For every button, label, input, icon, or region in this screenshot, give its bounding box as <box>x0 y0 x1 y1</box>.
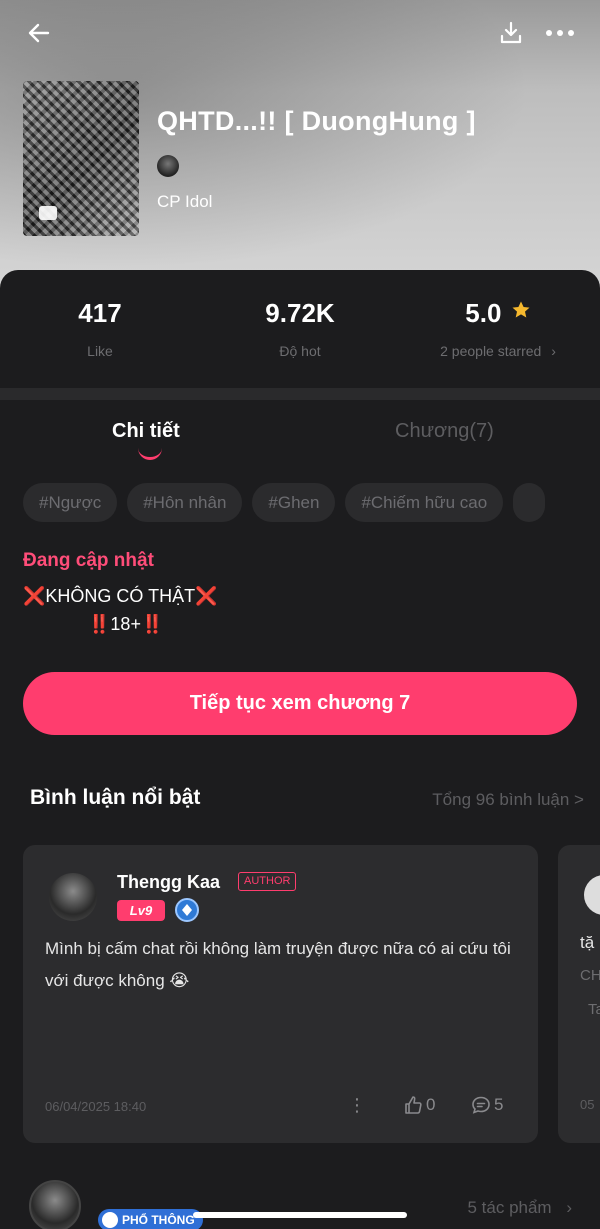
comment-reply-button[interactable]: 5 <box>471 1095 503 1115</box>
description-line-2: ‼️18+‼️ <box>88 614 163 635</box>
likes-value: 417 <box>78 298 122 328</box>
all-comments-link[interactable]: Tổng 96 bình luận > <box>432 790 584 810</box>
rating-label-row: 2 people starred › <box>398 343 598 359</box>
peek-text-2: CH <box>580 967 600 984</box>
comment-text: Mình bị cấm chat rồi không làm truyện đư… <box>45 939 511 990</box>
commenter-avatar[interactable] <box>49 873 97 921</box>
description-line-1: ❌KHÔNG CÓ THẬT❌ <box>23 586 218 607</box>
commenter-avatar <box>584 875 600 915</box>
hot-label: Độ hot <box>279 343 321 359</box>
level-badge: Lv9 <box>117 900 165 921</box>
featured-comments-title: Bình luận nổi bật <box>30 786 201 809</box>
stat-hot: 9.72K Độ hot <box>200 298 400 359</box>
stat-rating[interactable]: 5.0 2 people starred › <box>398 298 598 359</box>
description-text-2: 18+ <box>110 614 141 634</box>
stats-row: 417 Like 9.72K Độ hot 5.0 2 people starr… <box>0 270 600 388</box>
comment-more-icon[interactable]: ⋮ <box>348 1095 366 1116</box>
comment-card[interactable]: Thengg Kaa AUTHOR Lv9 Mình bị cấm chat r… <box>23 845 538 1143</box>
author-avatar[interactable] <box>157 155 179 177</box>
peek-text-3: Ta <box>588 1001 600 1018</box>
more-button[interactable] <box>543 16 577 50</box>
stat-likes: 417 Like <box>0 298 200 359</box>
author-works-link[interactable]: 5 tác phẩm › <box>467 1198 572 1218</box>
tab-details[interactable]: Chi tiết <box>112 420 180 443</box>
chat-icon <box>39 206 57 220</box>
next-comment-card[interactable]: tặ CH Ta 05 <box>558 845 600 1143</box>
tag-item[interactable]: #Hôn nhân <box>127 483 243 522</box>
story-detail-panel: 417 Like 9.72K Độ hot 5.0 2 people starr… <box>0 270 600 1229</box>
download-icon <box>500 21 522 44</box>
double-exclamation-icon: ‼️ <box>140 614 164 634</box>
tag-item[interactable]: #Ngược <box>23 483 118 522</box>
commenter-name[interactable]: Thengg Kaa <box>117 872 220 893</box>
peek-timestamp: 05 <box>580 1097 595 1112</box>
tab-chapters[interactable]: Chương(7) <box>395 420 494 443</box>
thumbs-up-icon <box>405 1096 422 1114</box>
member-tier-label: PHỔ THÔNG <box>122 1213 195 1227</box>
author-name[interactable]: CP Idol <box>157 192 212 212</box>
tag-list: #Ngược #Hôn nhân #Ghen #Chiếm hữu cao <box>23 483 600 523</box>
hot-value: 9.72K <box>265 298 335 328</box>
tag-item[interactable]: #Chiếm hữu cao <box>345 483 504 522</box>
author-profile-avatar[interactable] <box>29 1180 81 1229</box>
author-role-badge: AUTHOR <box>238 872 297 891</box>
member-tier-badge: PHỔ THÔNG <box>98 1209 203 1229</box>
comment-bubble-icon <box>472 1096 490 1114</box>
description-text-1: KHÔNG CÓ THẬT <box>45 586 196 606</box>
tab-active-indicator <box>138 448 162 460</box>
download-button[interactable] <box>494 16 528 50</box>
story-cover[interactable] <box>23 81 139 236</box>
story-title: QHTD...!! [ DuongHung ] <box>157 106 476 136</box>
chevron-right-icon: › <box>551 343 556 359</box>
update-status: Đang cập nhật <box>23 550 154 571</box>
more-horizontal-icon <box>546 30 574 36</box>
verified-shield-icon <box>175 898 199 922</box>
tier-shield-icon <box>102 1212 118 1228</box>
continue-reading-button[interactable]: Tiếp tục xem chương 7 <box>23 672 577 735</box>
chevron-right-icon: › <box>566 1198 572 1217</box>
rating-value: 5.0 <box>465 298 502 328</box>
comment-timestamp: 06/04/2025 18:40 <box>45 1099 147 1114</box>
star-icon <box>512 301 530 318</box>
rating-value-row: 5.0 <box>398 298 598 329</box>
author-works-count: 5 tác phẩm <box>467 1198 552 1217</box>
section-divider <box>0 388 600 400</box>
comment-reply-count: 5 <box>494 1095 504 1114</box>
home-indicator <box>193 1212 407 1218</box>
peek-text-1: tặ <box>580 933 595 952</box>
rating-label: 2 people starred <box>440 343 542 359</box>
comment-like-button[interactable]: 0 <box>403 1095 435 1115</box>
likes-label: Like <box>87 343 113 359</box>
arrow-left-icon <box>28 23 50 43</box>
comment-like-count: 0 <box>426 1095 436 1114</box>
tag-item[interactable]: #Ghen <box>252 483 336 522</box>
cross-mark-icon: ❌ <box>195 586 218 606</box>
tag-item-partial[interactable] <box>513 483 546 522</box>
cross-mark-icon: ❌ <box>23 586 46 606</box>
double-exclamation-icon: ‼️ <box>88 614 111 634</box>
back-button[interactable] <box>22 16 56 50</box>
